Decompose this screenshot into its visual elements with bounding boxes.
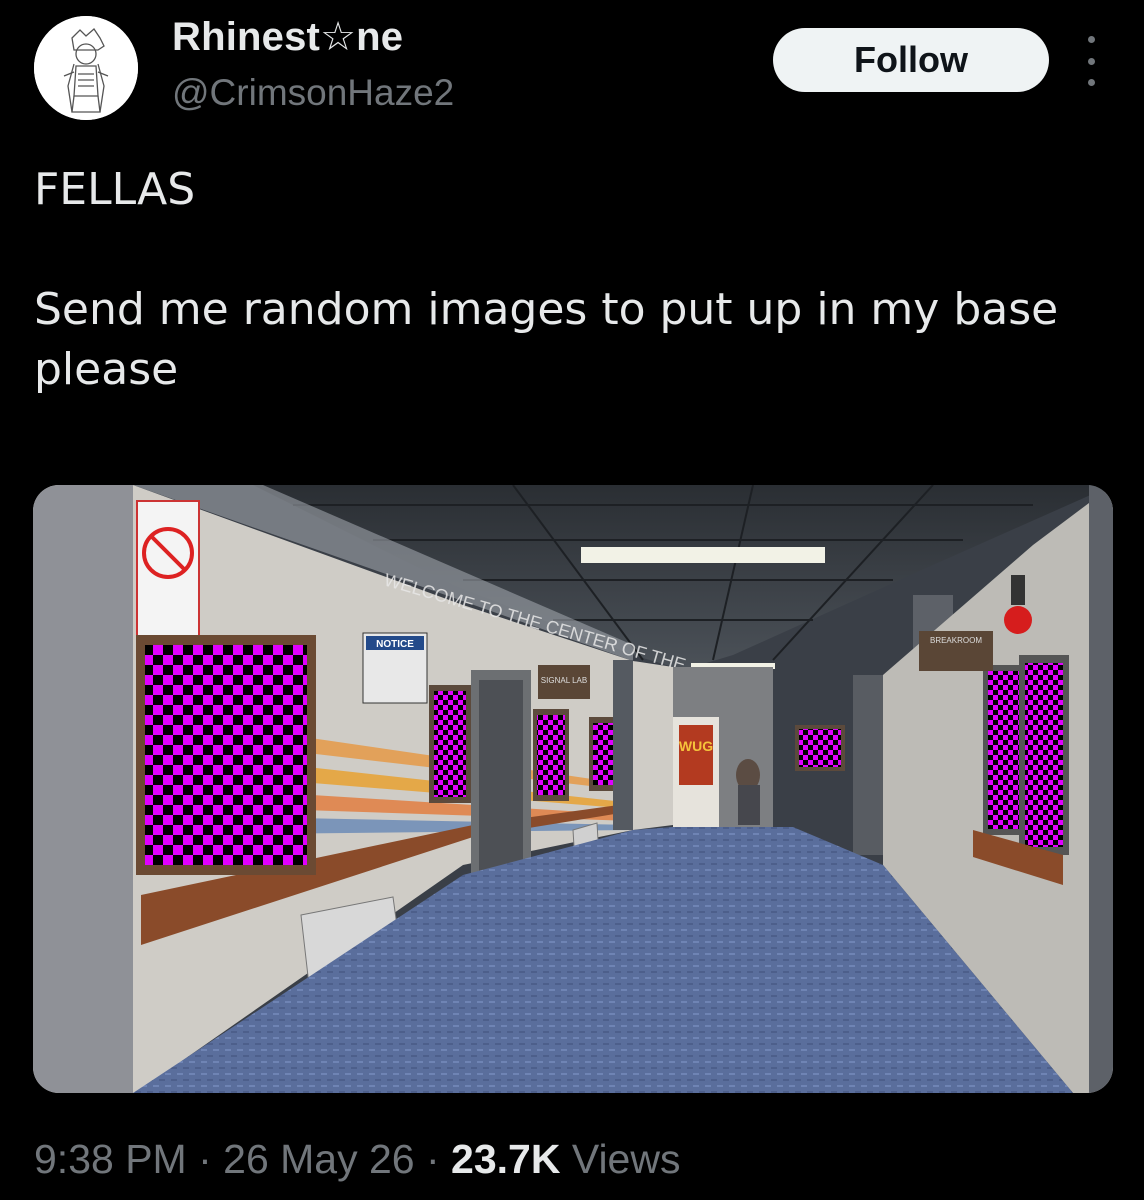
views-label[interactable]: Views xyxy=(560,1136,681,1182)
user-handle[interactable]: @CrimsonHaze2 xyxy=(172,72,454,114)
notice-sign-label: NOTICE xyxy=(376,639,414,650)
signal-lab-sign: SIGNAL LAB xyxy=(541,676,587,685)
meta-separator: · xyxy=(186,1136,224,1182)
tweet-text: FELLAS Send me random images to put up i… xyxy=(34,160,1094,400)
follow-button[interactable]: Follow xyxy=(773,28,1049,92)
display-name[interactable]: Rhinest☆ne xyxy=(172,14,403,60)
tweet-meta: 9:38 PM · 26 May 26 · 23.7K Views xyxy=(34,1136,680,1183)
breakroom-sign: BREAKROOM xyxy=(930,636,982,645)
tweet-media-image[interactable]: NOTICE WELCOME TO THE CENTER OF THE ... … xyxy=(33,485,1113,1093)
vending-sign: WUG xyxy=(679,738,713,754)
tweet-time[interactable]: 9:38 PM xyxy=(34,1136,187,1182)
avatar-sketch-icon xyxy=(34,16,138,120)
tweet-date[interactable]: 26 May 26 xyxy=(223,1136,414,1182)
meta-separator: · xyxy=(414,1136,452,1182)
hallway-scene: NOTICE WELCOME TO THE CENTER OF THE ... … xyxy=(33,485,1113,1093)
tweet-line-2: Send me random images to put up in my ba… xyxy=(34,284,1059,395)
more-options-icon[interactable] xyxy=(1076,36,1106,86)
tweet-line-1: FELLAS xyxy=(34,164,196,215)
avatar[interactable] xyxy=(34,16,138,120)
views-count[interactable]: 23.7K xyxy=(451,1136,560,1182)
